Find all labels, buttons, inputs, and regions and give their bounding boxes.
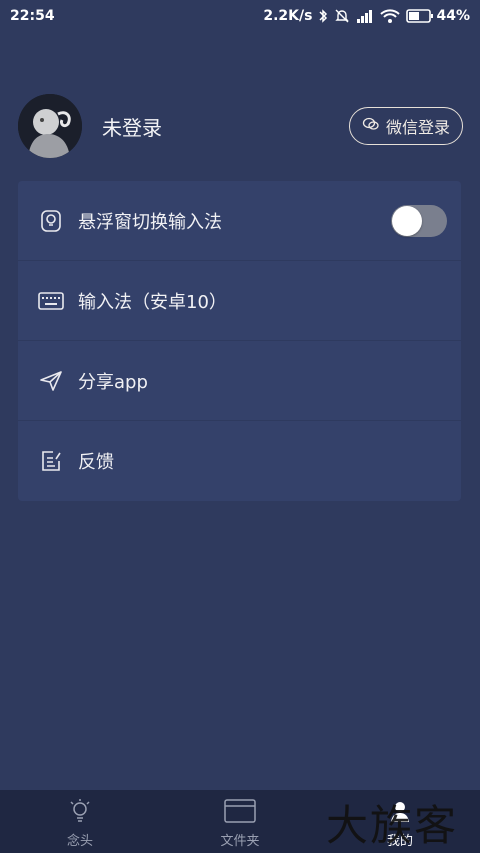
keyboard-icon xyxy=(38,288,64,314)
edit-icon xyxy=(38,448,64,474)
menu-item-feedback[interactable]: 反馈 xyxy=(18,421,461,501)
bluetooth-icon xyxy=(318,8,328,24)
battery-icon xyxy=(406,9,434,23)
battery-level: 44% xyxy=(436,8,470,24)
bulb-icon xyxy=(67,798,93,828)
toggle-knob xyxy=(392,206,422,236)
menu-item-label: 输入法（安卓10） xyxy=(78,291,227,313)
nav-label: 文件夹 xyxy=(220,834,260,849)
settings-card: 悬浮窗切换输入法 输入法（安卓10） 分享app 反馈 xyxy=(18,181,461,501)
folder-icon xyxy=(224,798,256,828)
menu-item-input-method[interactable]: 输入法（安卓10） xyxy=(18,261,461,341)
menu-item-floating-window[interactable]: 悬浮窗切换输入法 xyxy=(18,181,461,261)
avatar[interactable] xyxy=(18,94,82,158)
menu-item-label: 悬浮窗切换输入法 xyxy=(78,211,222,233)
wechat-login-label: 微信登录 xyxy=(385,118,450,137)
nav-item-mine[interactable]: 我的 xyxy=(320,790,480,853)
user-icon xyxy=(387,798,413,828)
send-icon xyxy=(38,368,64,394)
signal-icon xyxy=(356,9,374,23)
wechat-icon xyxy=(362,116,380,136)
bottom-nav: 念头 文件夹 我的 xyxy=(0,790,480,853)
mute-icon xyxy=(334,8,350,24)
floating-window-toggle[interactable] xyxy=(391,205,447,237)
wifi-icon xyxy=(380,9,401,23)
status-bar: 22:54 2.2K/s 44% xyxy=(0,0,480,32)
nav-item-ideas[interactable]: 念头 xyxy=(0,790,160,853)
network-speed: 2.2K/s xyxy=(263,8,313,24)
nav-label: 我的 xyxy=(386,834,413,849)
menu-item-label: 反馈 xyxy=(78,452,114,473)
battery: 44% xyxy=(406,8,470,24)
menu-item-label: 分享app xyxy=(78,371,148,393)
menu-item-share-app[interactable]: 分享app xyxy=(18,341,461,421)
lightbulb-icon xyxy=(38,208,64,234)
wechat-login-button[interactable]: 微信登录 xyxy=(348,107,463,145)
profile-name: 未登录 xyxy=(102,115,162,140)
profile-header: 未登录 微信登录 xyxy=(18,92,463,160)
nav-label: 念头 xyxy=(66,834,93,849)
nav-item-folder[interactable]: 文件夹 xyxy=(160,790,320,853)
status-time: 22:54 xyxy=(10,8,55,24)
status-icons: 2.2K/s 44% xyxy=(263,8,470,24)
